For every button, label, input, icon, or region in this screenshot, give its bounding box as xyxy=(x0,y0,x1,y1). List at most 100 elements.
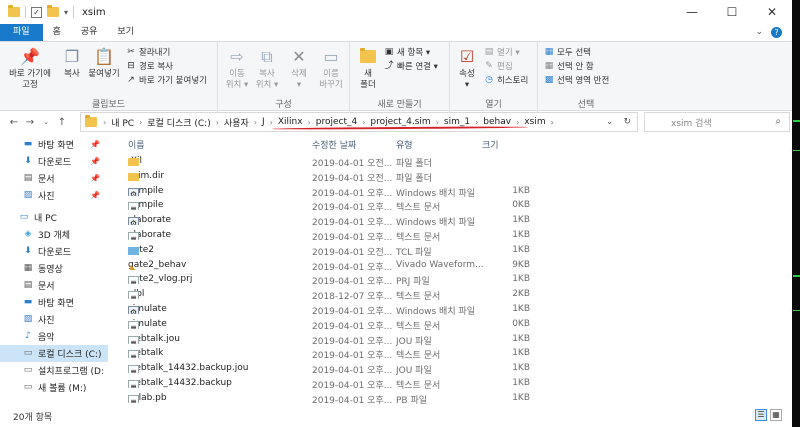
file-size: 1KB xyxy=(512,392,530,403)
invert-selection-button[interactable]: ▩ 선택 영역 반전 xyxy=(544,74,610,86)
properties-button[interactable]: ☑ 속성 ▾ xyxy=(454,45,480,91)
open-button[interactable]: ▤ 열기 ▾ xyxy=(484,46,520,58)
nav-item[interactable]: ♪ 음악 xyxy=(0,328,108,345)
file-row[interactable]: ≡ xelab.pb 2019-04-01 오후... PB 파일 1KB xyxy=(116,391,776,406)
recent-locations-icon[interactable]: ⌄ xyxy=(38,118,54,126)
easy-access-button[interactable]: ⤴ 빠른 연결 ▾ xyxy=(384,60,437,72)
pin-quick-access-button[interactable]: 📌 바로 가기에 고정 xyxy=(5,45,55,91)
new-folder-button[interactable]: 새 폴더 xyxy=(356,45,380,91)
close-icon[interactable]: ✕ xyxy=(752,0,792,24)
large-icons-view-icon[interactable]: ▦ xyxy=(770,409,782,421)
toolbar-separator xyxy=(25,6,26,18)
tab-file[interactable]: 파일 xyxy=(0,24,43,41)
nav-item[interactable]: ▦ 동영상 xyxy=(0,260,108,277)
breadcrumb-project-sim[interactable]: project_4.sim xyxy=(367,117,433,127)
file-date: 2019-04-01 오후... xyxy=(312,218,392,229)
nav-item[interactable]: ⬇ 다운로드 📌 xyxy=(0,153,108,170)
nav-item[interactable]: ▬ 바탕 화면 📌 xyxy=(0,136,108,153)
tab-share[interactable]: 공유 xyxy=(71,24,108,41)
column-name[interactable]: 이름 xyxy=(128,138,145,151)
pin-icon[interactable]: 📌 xyxy=(90,140,100,149)
nav-item[interactable]: ▨ 사진 xyxy=(0,311,108,328)
breadcrumb-user[interactable]: J xyxy=(259,117,268,127)
file-row[interactable]: ⚙ simulate 2019-04-01 오후... Windows 배치 파일 1K… xyxy=(116,302,776,317)
nav-item[interactable]: ◈ 3D 개체 xyxy=(0,226,108,243)
chevron-down-icon[interactable]: ⌄ xyxy=(755,27,763,38)
breadcrumb-drive[interactable]: 로컬 디스크 (C:) xyxy=(144,116,213,129)
tab-home[interactable]: 홈 xyxy=(43,24,71,41)
nav-item[interactable]: ▭ 로컬 디스크 (C:) xyxy=(0,345,108,362)
history-button[interactable]: ◷ 히스토리 xyxy=(484,74,528,86)
nav-item[interactable]: ▤ 문서 xyxy=(0,277,108,294)
customize-dropdown-icon[interactable]: ▾ xyxy=(64,8,68,17)
back-arrow-icon[interactable]: ← xyxy=(6,117,22,128)
search-input[interactable]: xsim 검색 ⌕ xyxy=(644,112,790,132)
file-row[interactable]: ≡ webtalk 2019-04-01 오후... 텍스트 문서 1KB xyxy=(116,346,776,361)
file-date: 2019-04-01 오전... xyxy=(312,159,392,169)
file-name: ≡ compile xyxy=(128,200,304,211)
move-to-button[interactable]: ⇨ 이동 위치 ▾ xyxy=(222,45,252,91)
nav-item[interactable]: ▭ 설치프로그램 (D: xyxy=(0,362,108,379)
copy-path-button[interactable]: ⊟ 경로 복사 xyxy=(126,60,173,72)
nav-item-label: 문서 xyxy=(38,282,55,292)
file-row[interactable]: xsim.dir 2019-04-01 오전... 파일 폴더 xyxy=(116,169,776,184)
copy-to-button[interactable]: ⧉ 복사 위치 ▾ xyxy=(252,45,282,91)
file-row[interactable]: ≡ gate2_vlog.prj 2019-04-01 오후... PRJ 파일 1KB xyxy=(116,272,776,287)
paste-button[interactable]: 📋 붙여넣기 xyxy=(86,45,122,80)
file-row[interactable]: ≡ simulate 2019-04-01 오후... 텍스트 문서 0KB xyxy=(116,317,776,332)
details-view-icon[interactable]: ☰ xyxy=(755,409,767,421)
tab-view[interactable]: 보기 xyxy=(107,24,144,41)
file-row[interactable]: ≡ webtalk.jou 2019-04-01 오후... JOU 파일 1KB xyxy=(116,332,776,347)
new-folder-icon[interactable] xyxy=(47,5,59,17)
breadcrumb-users[interactable]: 사용자 xyxy=(221,116,252,129)
new-item-button[interactable]: ▣ 새 항목 ▾ xyxy=(384,46,430,58)
breadcrumb-project[interactable]: project_4 xyxy=(313,117,360,127)
file-row[interactable]: ◣ gate2_behav 2019-04-01 오후... Vivado Wavef… xyxy=(116,258,776,273)
help-icon[interactable]: ? xyxy=(771,27,782,38)
nav-item[interactable]: ▤ 문서 📌 xyxy=(0,170,108,187)
breadcrumb-behav[interactable]: behav xyxy=(480,117,514,127)
nav-item[interactable]: ▭ 새 볼륨 (M:) xyxy=(0,379,108,396)
properties-check-icon[interactable]: ✓ xyxy=(31,6,42,18)
picture-icon: ▨ xyxy=(23,190,33,200)
minimize-icon[interactable]: — xyxy=(672,0,712,24)
maximize-icon[interactable]: ☐ xyxy=(712,0,752,24)
address-dropdown-icon[interactable]: ⌄ xyxy=(606,117,614,127)
edit-button[interactable]: ✎ 편집 xyxy=(484,60,512,72)
select-all-button[interactable]: ▦ 모두 선택 xyxy=(544,46,591,58)
pin-icon[interactable]: 📌 xyxy=(90,157,100,166)
nav-item[interactable]: ▨ 사진 📌 xyxy=(0,187,108,204)
breadcrumb-xsim[interactable]: xsim xyxy=(521,117,548,127)
breadcrumb-xilinx[interactable]: Xilinx xyxy=(275,117,306,127)
file-row[interactable]: ≡ compile 2019-04-01 오후... 텍스트 문서 0KB xyxy=(116,198,776,213)
nav-item[interactable]: ▭ 내 PC xyxy=(0,209,108,226)
select-none-button[interactable]: ▦ 선택 안 함 xyxy=(544,60,594,72)
column-type[interactable]: 유형 xyxy=(396,138,413,151)
file-row[interactable]: .Xil 2019-04-01 오전... 파일 폴더 xyxy=(116,154,776,169)
rename-button[interactable]: ▭ 이름 바꾸기 xyxy=(316,45,346,91)
pin-icon[interactable]: 📌 xyxy=(90,191,100,200)
refresh-icon[interactable]: ↻ xyxy=(623,117,631,127)
column-date[interactable]: 수정한 날짜 xyxy=(312,138,356,151)
breadcrumb-pc[interactable]: 내 PC xyxy=(108,116,137,129)
delete-button[interactable]: ✕ 삭제 ▾ xyxy=(284,45,314,91)
file-row[interactable]: ≡glbl 2018-12-07 오후... 텍스트 문서 2KB xyxy=(116,287,776,302)
up-arrow-icon[interactable]: ↑ xyxy=(54,117,70,128)
file-date: 2018-12-07 오후... xyxy=(312,292,392,303)
file-row[interactable]: ⚙ elaborate 2019-04-01 오후... Windows 배치 파일 1… xyxy=(116,213,776,228)
nav-item[interactable]: ▬ 바탕 화면 xyxy=(0,294,108,311)
file-row[interactable]: ⚙ compile 2019-04-01 오후... Windows 배치 파일 1KB xyxy=(116,184,776,199)
file-row[interactable]: ≡ webtalk_14432.backup.jou 2019-04-01 오후..… xyxy=(116,361,776,376)
file-row[interactable]: ≡ webtalk_14432.backup 2019-04-01 오후... 텍스트… xyxy=(116,376,776,391)
nav-item[interactable]: ⬇ 다운로드 xyxy=(0,243,108,260)
column-size[interactable]: 크기 xyxy=(482,138,499,151)
file-row[interactable]: gate2 2019-04-01 오전... TCL 파일 1KB xyxy=(116,243,776,258)
breadcrumb-sim1[interactable]: sim_1 xyxy=(441,117,473,127)
cut-button[interactable]: ✂ 잘라내기 xyxy=(126,46,170,58)
forward-arrow-icon[interactable]: → xyxy=(22,117,38,128)
pin-icon[interactable]: 📌 xyxy=(90,174,100,183)
copy-button[interactable]: ❐ 복사 xyxy=(58,45,86,80)
file-size: 2KB xyxy=(512,289,530,300)
paste-shortcut-button[interactable]: ↗ 바로 가기 붙여넣기 xyxy=(126,74,207,86)
file-row[interactable]: ≡ elaborate 2019-04-01 오후... 텍스트 문서 1KB xyxy=(116,228,776,243)
